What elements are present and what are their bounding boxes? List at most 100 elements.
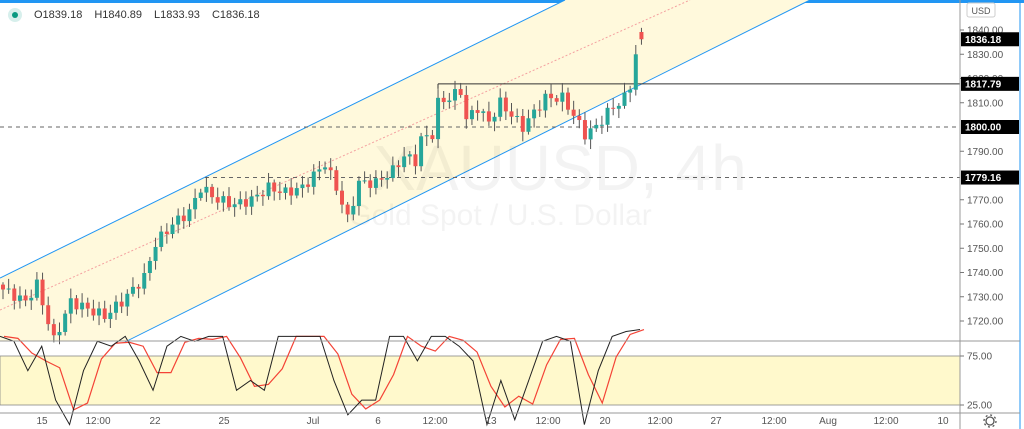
candle-body bbox=[407, 154, 412, 157]
candle-body bbox=[40, 279, 45, 306]
price-axis[interactable]: 1840.001830.001820.001810.001790.001770.… bbox=[960, 26, 1019, 412]
candle-body bbox=[453, 89, 457, 101]
candle-body bbox=[63, 313, 68, 332]
candle-body bbox=[588, 128, 593, 140]
candle-body bbox=[424, 135, 429, 137]
candle-body bbox=[503, 97, 508, 112]
time-label: 25 bbox=[218, 416, 230, 427]
candle-body bbox=[102, 308, 107, 319]
candle-body bbox=[193, 197, 198, 210]
candle bbox=[611, 98, 616, 116]
time-label: 27 bbox=[710, 416, 722, 427]
time-label: 15 bbox=[36, 416, 48, 427]
candle-body bbox=[114, 301, 118, 313]
candle-body bbox=[599, 124, 604, 126]
candle bbox=[605, 103, 610, 132]
candle-body bbox=[23, 295, 28, 301]
candle-body bbox=[136, 286, 141, 289]
osc-tick-label: 25.00 bbox=[967, 401, 992, 412]
candle bbox=[616, 103, 621, 119]
candle-body bbox=[475, 110, 480, 113]
candle-body bbox=[419, 136, 424, 167]
candle-body bbox=[402, 156, 407, 168]
candle-body bbox=[68, 298, 73, 314]
candle-body bbox=[164, 231, 169, 235]
time-label: 12:00 bbox=[873, 416, 898, 427]
candle-body bbox=[317, 169, 322, 172]
time-label: 12:00 bbox=[761, 416, 786, 427]
ohlc-legend: O1839.18 H1840.89 L1833.93 C1836.18 bbox=[8, 8, 260, 22]
candle-body bbox=[577, 115, 582, 121]
watermark-description: Gold Spot / U.S. Dollar bbox=[348, 199, 651, 232]
candle-body bbox=[515, 115, 520, 117]
time-label: Aug bbox=[819, 416, 837, 427]
osc-tick-label: 75.00 bbox=[967, 352, 992, 363]
candle-body bbox=[85, 302, 90, 309]
candle-body bbox=[142, 273, 147, 289]
candle-body bbox=[294, 188, 299, 196]
candle-body bbox=[436, 97, 441, 140]
low-value: L1833.93 bbox=[154, 9, 200, 21]
watermark-symbol: XAUUSD, 4h bbox=[373, 132, 746, 204]
candle bbox=[594, 118, 599, 132]
stochastic-pane bbox=[0, 328, 961, 427]
candle-body bbox=[390, 165, 395, 179]
candle-body bbox=[46, 305, 51, 325]
candle-body bbox=[130, 286, 135, 294]
candle-body bbox=[566, 92, 570, 110]
candle-body bbox=[582, 120, 587, 140]
time-label: 6 bbox=[375, 416, 381, 427]
candle-body bbox=[108, 312, 113, 319]
candle-body bbox=[210, 186, 215, 198]
candle-body bbox=[639, 31, 644, 40]
candle-body bbox=[464, 94, 469, 120]
candle-body bbox=[430, 135, 435, 140]
candle-body bbox=[215, 197, 220, 203]
time-label: 12:00 bbox=[535, 416, 560, 427]
candle-body bbox=[481, 111, 486, 113]
time-axis[interactable]: 15 12:00 22 25 Jul 6 12:00 13 12:00 20 12:00 27 12:0… bbox=[36, 416, 949, 427]
candle-body bbox=[34, 279, 39, 298]
close-value: C1836.18 bbox=[211, 9, 260, 21]
price-tick-label: 1830.00 bbox=[967, 50, 1004, 61]
candle-body bbox=[633, 54, 638, 90]
candle-body bbox=[413, 154, 418, 167]
candle-body bbox=[181, 215, 186, 222]
price-tag-label-resistance: 1817.79 bbox=[965, 79, 1002, 90]
candle-body bbox=[289, 187, 294, 196]
candle-body bbox=[537, 109, 542, 111]
candle-body bbox=[340, 190, 344, 205]
price-tick-label: 1740.00 bbox=[967, 268, 1004, 279]
candle-body bbox=[51, 324, 56, 336]
candle-body bbox=[1, 284, 5, 290]
candle bbox=[63, 310, 68, 336]
candle-body bbox=[125, 293, 130, 307]
time-label: 12:00 bbox=[647, 416, 672, 427]
candle-body bbox=[469, 110, 474, 120]
candle-body bbox=[594, 124, 599, 129]
candle-body bbox=[622, 92, 627, 106]
open-value: O1839.18 bbox=[34, 9, 83, 21]
candle-body bbox=[277, 191, 282, 193]
price-tick-label: 1790.00 bbox=[967, 147, 1004, 158]
status-dot-icon bbox=[8, 8, 22, 22]
candle-body bbox=[385, 178, 390, 180]
candle-body bbox=[560, 92, 565, 102]
candle-body bbox=[571, 109, 576, 116]
candle-body bbox=[396, 165, 401, 168]
candle-body bbox=[198, 192, 203, 198]
candle-body bbox=[498, 97, 503, 117]
candle-body bbox=[379, 178, 384, 180]
candle-body bbox=[187, 209, 192, 222]
candle-body bbox=[283, 187, 288, 193]
candle-body bbox=[532, 109, 537, 119]
price-chart[interactable]: XAUUSD, 4h Gold Spot / U.S. Dollar 1840.… bbox=[0, 0, 1024, 429]
candle-body bbox=[57, 331, 62, 336]
candle-body bbox=[351, 205, 356, 215]
candle bbox=[419, 132, 424, 172]
gear-icon[interactable] bbox=[983, 414, 997, 428]
candle-body bbox=[447, 100, 452, 103]
candle-body bbox=[492, 116, 497, 122]
candle-body bbox=[74, 298, 79, 310]
candle-body bbox=[227, 196, 231, 208]
